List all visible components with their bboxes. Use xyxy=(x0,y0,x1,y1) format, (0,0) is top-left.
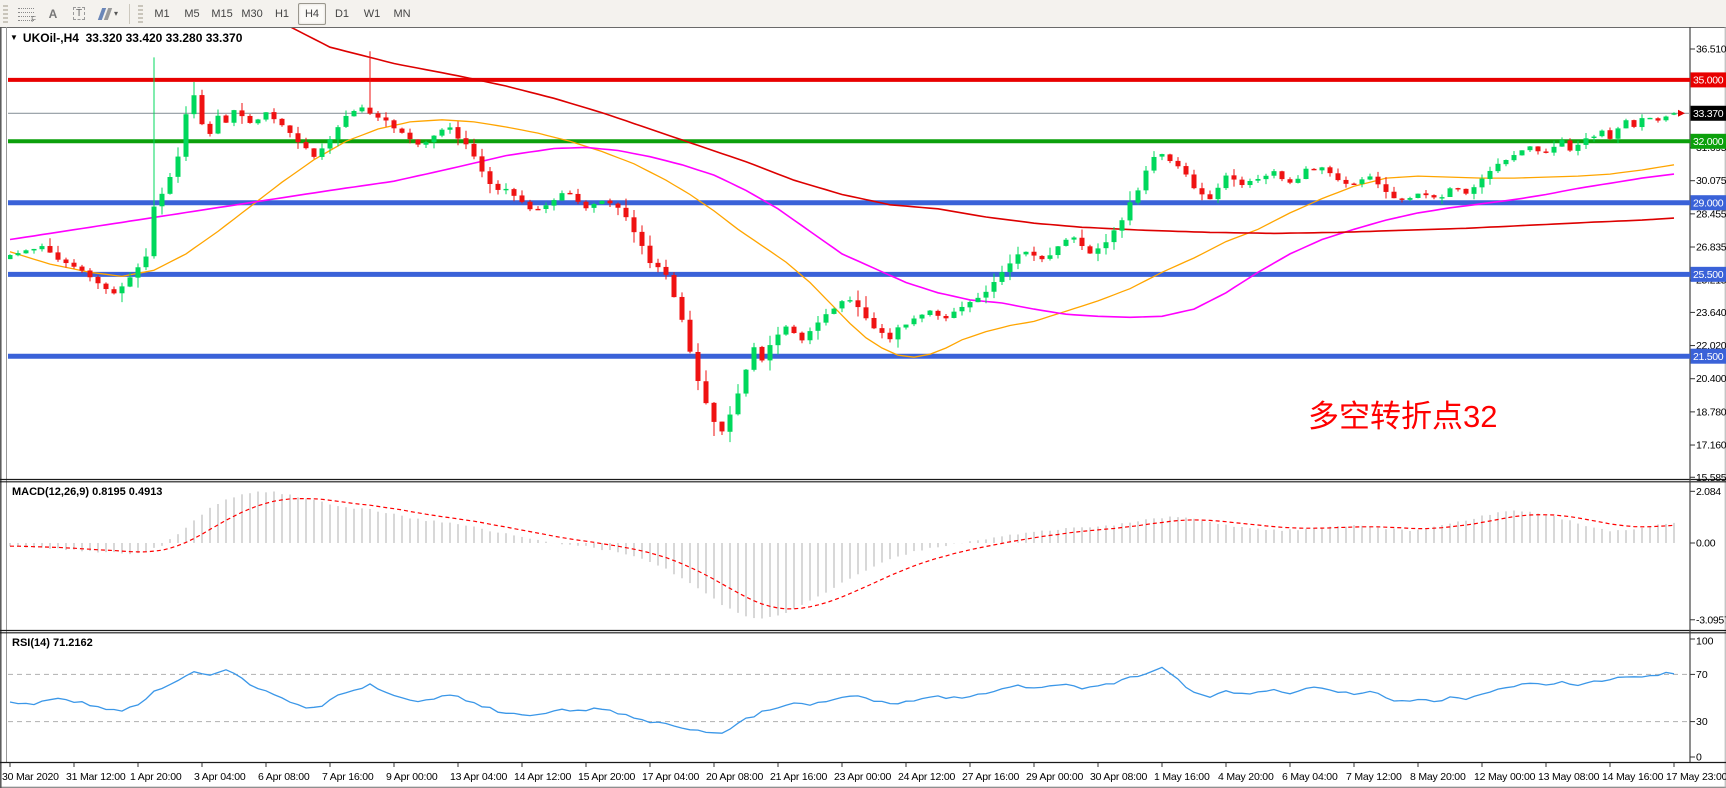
timeframe-button-h1[interactable]: H1 xyxy=(268,3,296,25)
timeframe-button-w1[interactable]: W1 xyxy=(358,3,386,25)
text-label-icon: A xyxy=(49,7,58,21)
svg-text:21.500: 21.500 xyxy=(1693,351,1724,363)
svg-text:7 Apr 16:00: 7 Apr 16:00 xyxy=(322,771,374,783)
svg-text:8 May 20:00: 8 May 20:00 xyxy=(1410,771,1466,783)
svg-text:7 May 12:00: 7 May 12:00 xyxy=(1346,771,1402,783)
svg-text:2.084: 2.084 xyxy=(1696,486,1721,498)
crayons-icon xyxy=(98,8,112,20)
svg-text:6 Apr 08:00: 6 Apr 08:00 xyxy=(258,771,310,783)
timeframe-button-mn[interactable]: MN xyxy=(388,3,416,25)
svg-text:31 Mar 12:00: 31 Mar 12:00 xyxy=(66,771,126,783)
text-box-icon: T xyxy=(73,7,85,20)
svg-text:30: 30 xyxy=(1696,716,1708,728)
svg-text:36.510: 36.510 xyxy=(1696,44,1726,56)
svg-text:23.640: 23.640 xyxy=(1696,307,1726,319)
quote-line: UKOil-,H4 33.320 33.420 33.280 33.370 xyxy=(23,31,243,45)
timeframe-toolbar-grip[interactable] xyxy=(138,5,143,23)
svg-text:15 Apr 20:00: 15 Apr 20:00 xyxy=(578,771,636,783)
svg-text:32.000: 32.000 xyxy=(1693,136,1724,148)
timeframe-button-d1[interactable]: D1 xyxy=(328,3,356,25)
symbol-title: ▼ UKOil-,H4 33.320 33.420 33.280 33.370 xyxy=(10,31,242,45)
timeframe-button-m15[interactable]: M15 xyxy=(208,3,236,25)
toolbar-grip[interactable] xyxy=(3,5,8,23)
fibonacci-tool[interactable]: F xyxy=(13,4,39,24)
svg-text:14 Apr 12:00: 14 Apr 12:00 xyxy=(514,771,572,783)
svg-text:12 May 00:00: 12 May 00:00 xyxy=(1474,771,1536,783)
timeframe-button-m30[interactable]: M30 xyxy=(238,3,266,25)
svg-text:-3.0957: -3.0957 xyxy=(1696,614,1726,626)
timeframe-button-m1[interactable]: M1 xyxy=(148,3,176,25)
svg-text:21 Apr 16:00: 21 Apr 16:00 xyxy=(770,771,828,783)
svg-text:14 May 16:00: 14 May 16:00 xyxy=(1602,771,1664,783)
svg-text:18.780: 18.780 xyxy=(1696,406,1726,418)
chart-window[interactable]: 36.51031.69530.07528.45526.83525.21523.6… xyxy=(0,27,1726,788)
text-label-tool[interactable]: A xyxy=(41,4,65,24)
svg-text:35.000: 35.000 xyxy=(1693,75,1724,87)
annotation-text: 多空转折点32 xyxy=(1308,400,1497,434)
svg-text:6 May 04:00: 6 May 04:00 xyxy=(1282,771,1338,783)
symbol-dropdown-icon[interactable]: ▼ xyxy=(10,33,18,42)
svg-text:13 Apr 04:00: 13 Apr 04:00 xyxy=(450,771,508,783)
svg-text:17.160: 17.160 xyxy=(1696,440,1726,452)
timeframe-button-m5[interactable]: M5 xyxy=(178,3,206,25)
svg-text:1 Apr 20:00: 1 Apr 20:00 xyxy=(130,771,182,783)
svg-text:30 Mar 2020: 30 Mar 2020 xyxy=(2,771,59,783)
text-box-tool[interactable]: T xyxy=(67,4,91,24)
fibonacci-icon: F xyxy=(18,8,34,20)
timeframe-button-h4[interactable]: H4 xyxy=(298,3,326,25)
svg-text:0: 0 xyxy=(1696,752,1702,764)
svg-text:100: 100 xyxy=(1696,636,1714,648)
mt4-terminal: F A T ▾ M1M5M15M30H1H4D1W1MN 36.51031.69530… xyxy=(0,0,1726,788)
toolbar: F A T ▾ M1M5M15M30H1H4D1W1MN xyxy=(0,0,1726,28)
svg-text:24 Apr 12:00: 24 Apr 12:00 xyxy=(898,771,956,783)
svg-text:33.370: 33.370 xyxy=(1693,108,1724,120)
svg-text:29.000: 29.000 xyxy=(1693,198,1724,210)
svg-text:20.400: 20.400 xyxy=(1696,373,1726,385)
chevron-down-icon: ▾ xyxy=(114,9,118,18)
svg-text:1 May 16:00: 1 May 16:00 xyxy=(1154,771,1210,783)
svg-text:23 Apr 00:00: 23 Apr 00:00 xyxy=(834,771,892,783)
svg-text:30 Apr 08:00: 30 Apr 08:00 xyxy=(1090,771,1148,783)
svg-text:15.585: 15.585 xyxy=(1696,472,1726,484)
drawing-tools[interactable]: ▾ xyxy=(93,4,123,24)
svg-text:17 Apr 04:00: 17 Apr 04:00 xyxy=(642,771,700,783)
svg-text:9 Apr 00:00: 9 Apr 00:00 xyxy=(386,771,438,783)
svg-text:27 Apr 16:00: 27 Apr 16:00 xyxy=(962,771,1020,783)
svg-text:20 Apr 08:00: 20 Apr 08:00 xyxy=(706,771,764,783)
rsi-label: RSI(14) 71.2162 xyxy=(12,637,93,649)
svg-text:30.075: 30.075 xyxy=(1696,175,1726,187)
toolbar-separator xyxy=(129,4,130,24)
svg-text:4 May 20:00: 4 May 20:00 xyxy=(1218,771,1274,783)
macd-label: MACD(12,26,9) 0.8195 0.4913 xyxy=(12,486,162,498)
svg-text:26.835: 26.835 xyxy=(1696,242,1726,254)
svg-text:13 May 08:00: 13 May 08:00 xyxy=(1538,771,1600,783)
svg-text:29 Apr 00:00: 29 Apr 00:00 xyxy=(1026,771,1084,783)
svg-text:25.500: 25.500 xyxy=(1693,269,1724,281)
svg-text:17 May 23:00: 17 May 23:00 xyxy=(1666,771,1726,783)
svg-text:70: 70 xyxy=(1696,669,1708,681)
svg-text:3 Apr 04:00: 3 Apr 04:00 xyxy=(194,771,246,783)
svg-text:0.00: 0.00 xyxy=(1696,538,1716,550)
